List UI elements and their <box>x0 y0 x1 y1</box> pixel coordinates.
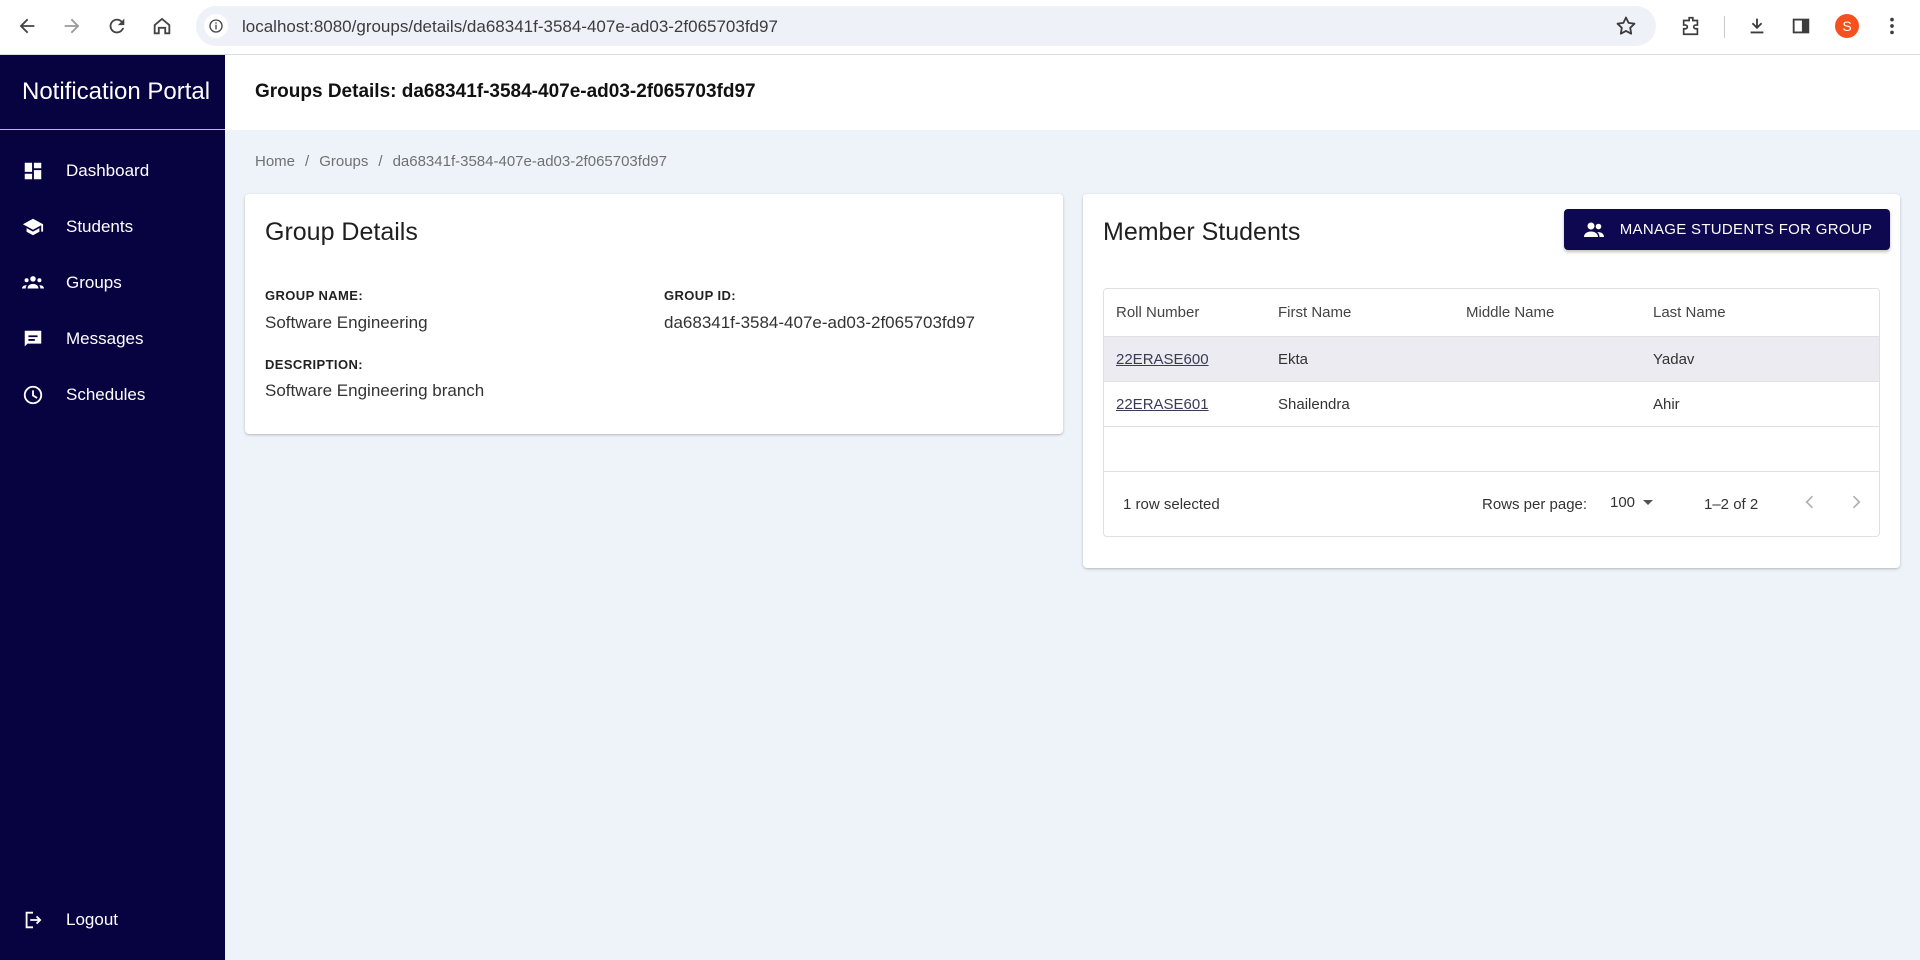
url-text: localhost:8080/groups/details/da68341f-3… <box>242 17 778 36</box>
profile-avatar[interactable]: S <box>1835 14 1859 38</box>
roll-number-link[interactable]: 22ERASE601 <box>1116 396 1209 413</box>
sidebar-item-label: Messages <box>66 329 144 348</box>
last-name-cell: Yadav <box>1653 350 1695 368</box>
sidebar-item-label: Students <box>66 217 134 236</box>
sidebar-item-label: Dashboard <box>66 161 150 180</box>
logout-label: Logout <box>66 910 118 929</box>
app-bar: Groups Details: da68341f-3584-407e-ad03-… <box>225 55 1920 130</box>
pagination-range: 1–2 of 2 <box>1704 496 1759 513</box>
previous-page-icon[interactable] <box>1798 490 1822 514</box>
column-header-last-name[interactable]: Last Name <box>1653 289 1726 336</box>
toolbar-separator <box>1724 16 1725 38</box>
sidebar-item-schedules[interactable]: Schedules <box>0 367 225 423</box>
column-header-first-name[interactable]: First Name <box>1278 289 1351 336</box>
logout-button[interactable]: Logout <box>0 892 225 948</box>
groups-icon <box>22 272 44 294</box>
group-id-value: da68341f-3584-407e-ad03-2f065703fd97 <box>664 313 975 332</box>
table-row[interactable]: 22ERASE601 Shailendra Ahir <box>1104 382 1879 427</box>
group-details-card: Group Details GROUP NAME: Software Engin… <box>245 194 1063 434</box>
selection-count: 1 row selected <box>1123 496 1220 513</box>
breadcrumb-home[interactable]: Home <box>255 153 295 170</box>
sidebar-item-students[interactable]: Students <box>0 199 225 255</box>
grid-header: Roll Number First Name Middle Name Last … <box>1104 289 1879 337</box>
dashboard-icon <box>22 160 44 182</box>
more-menu-icon[interactable] <box>1877 11 1907 41</box>
member-students-title: Member Students <box>1103 218 1301 246</box>
group-id-label: GROUP ID: <box>664 288 736 303</box>
sidebar-item-messages[interactable]: Messages <box>0 311 225 367</box>
sidebar-item-label: Groups <box>66 273 122 292</box>
members-data-grid: Roll Number First Name Middle Name Last … <box>1103 288 1880 537</box>
school-icon <box>22 216 44 238</box>
site-info-icon[interactable] <box>204 14 228 38</box>
column-header-middle-name[interactable]: Middle Name <box>1466 289 1554 336</box>
rows-per-page-select[interactable]: 100 <box>1610 494 1654 511</box>
first-name-cell: Ekta <box>1278 350 1309 368</box>
breadcrumb-separator: / <box>305 153 310 170</box>
home-icon[interactable] <box>147 11 177 41</box>
grid-footer: 1 row selected Rows per page: 100 1–2 of… <box>1104 471 1879 536</box>
sidebar-nav: Dashboard Students Groups Messages Sched… <box>0 143 225 423</box>
breadcrumb: Home / Groups / da68341f-3584-407e-ad03-… <box>255 153 667 170</box>
forward-icon[interactable] <box>57 11 87 41</box>
next-page-icon[interactable] <box>1844 490 1868 514</box>
back-icon[interactable] <box>12 11 42 41</box>
member-students-card: Member Students MANAGE STUDENTS FOR GROU… <box>1083 194 1900 568</box>
sidebar-item-groups[interactable]: Groups <box>0 255 225 311</box>
breadcrumb-current: da68341f-3584-407e-ad03-2f065703fd97 <box>392 153 667 170</box>
last-name-cell: Ahir <box>1653 395 1680 413</box>
sidebar: Notification Portal Dashboard Students G… <box>0 55 225 960</box>
brand-title: Notification Portal <box>0 55 225 130</box>
rows-per-page-label: Rows per page: <box>1482 496 1588 513</box>
breadcrumb-separator: / <box>378 153 383 170</box>
column-header-roll-number[interactable]: Roll Number <box>1116 289 1199 336</box>
extensions-icon[interactable] <box>1676 11 1706 41</box>
page-title: Groups Details: da68341f-3584-407e-ad03-… <box>255 81 756 102</box>
rows-per-page-value: 100 <box>1610 494 1636 511</box>
side-panel-icon[interactable] <box>1786 11 1816 41</box>
manage-students-button[interactable]: MANAGE STUDENTS FOR GROUP <box>1564 209 1890 250</box>
clock-icon <box>22 384 44 406</box>
download-icon[interactable] <box>1742 11 1772 41</box>
breadcrumb-groups[interactable]: Groups <box>319 153 368 170</box>
group-name-value: Software Engineering <box>265 313 428 332</box>
sidebar-item-dashboard[interactable]: Dashboard <box>0 143 225 199</box>
manage-students-label: MANAGE STUDENTS FOR GROUP <box>1619 221 1873 238</box>
browser-toolbar: localhost:8080/groups/details/da68341f-3… <box>0 0 1920 55</box>
group-details-title: Group Details <box>265 218 418 246</box>
logout-icon <box>22 909 44 931</box>
group-name-label: GROUP NAME: <box>265 288 364 303</box>
table-row[interactable]: 22ERASE600 Ekta Yadav <box>1104 337 1879 382</box>
description-label: DESCRIPTION: <box>265 357 363 372</box>
people-icon <box>1583 222 1604 237</box>
sidebar-item-label: Schedules <box>66 385 146 404</box>
roll-number-link[interactable]: 22ERASE600 <box>1116 351 1209 368</box>
address-bar[interactable]: localhost:8080/groups/details/da68341f-3… <box>196 6 1656 46</box>
first-name-cell: Shailendra <box>1278 395 1350 413</box>
reload-icon[interactable] <box>102 11 132 41</box>
bookmark-star-icon[interactable] <box>1614 14 1638 38</box>
description-value: Software Engineering branch <box>265 381 485 400</box>
chevron-down-icon <box>1643 500 1654 505</box>
chat-icon <box>22 328 44 350</box>
